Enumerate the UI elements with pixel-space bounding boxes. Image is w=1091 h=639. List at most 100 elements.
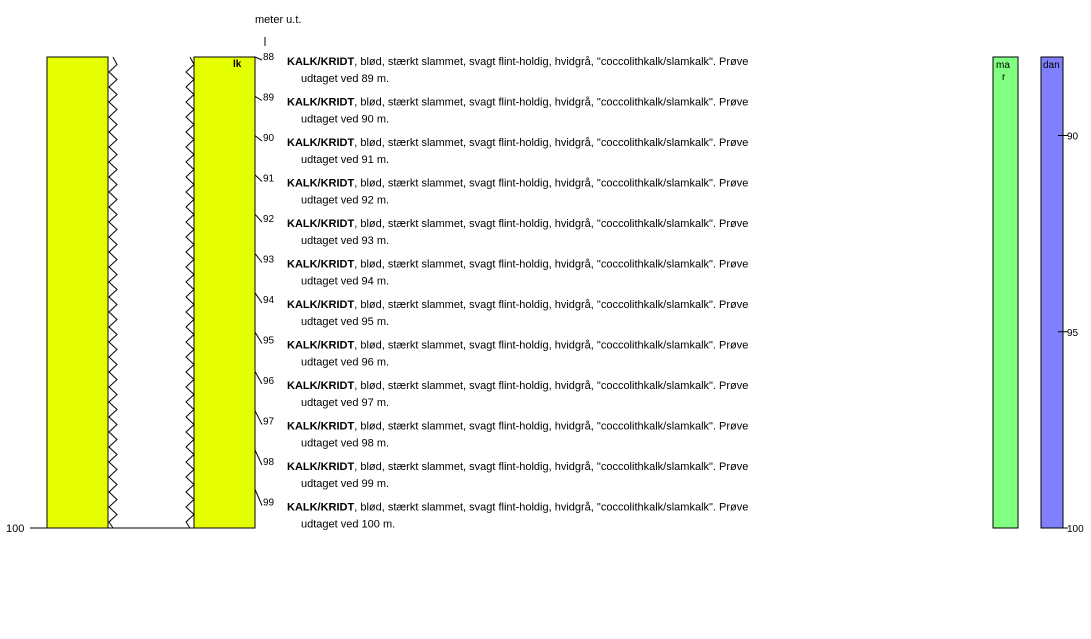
sample-description-text: , blød, stærkt slammet, svagt flint-hold… <box>354 259 748 271</box>
sample-description-line1: KALK/KRIDT, blød, stærkt slammet, svagt … <box>287 299 748 311</box>
sample-lithology-title: KALK/KRIDT <box>287 178 354 190</box>
sample-description-line2: udtaget ved 99 m. <box>301 478 389 490</box>
lithology-boundary-right <box>185 56 195 529</box>
sample-lithology-title: KALK/KRIDT <box>287 137 354 149</box>
sample-lithology-title: KALK/KRIDT <box>287 421 354 433</box>
sample-description-line2: udtaget ved 96 m. <box>301 357 389 369</box>
sample-lithology-title: KALK/KRIDT <box>287 502 354 514</box>
sample-description-line1: KALK/KRIDT, blød, stærkt slammet, svagt … <box>287 178 748 190</box>
sample-leader-line <box>254 174 263 182</box>
sample-lithology-title: KALK/KRIDT <box>287 56 354 68</box>
sample-description-text: , blød, stærkt slammet, svagt flint-hold… <box>354 178 748 190</box>
sample-entry: 96 KALK/KRIDT, blød, stærkt slammet, svag… <box>254 371 748 409</box>
sample-leader-line <box>254 95 263 101</box>
formation-scale-label: 95 <box>1067 328 1079 339</box>
depth-unit-label: meter u.t. <box>255 14 301 26</box>
sample-leader-line <box>254 410 263 425</box>
sample-description-line2: udtaget ved 98 m. <box>301 438 389 450</box>
sample-description-line2: udtaget ved 91 m. <box>301 154 389 166</box>
sample-leader-line <box>254 449 263 466</box>
lithology-column-right <box>193 56 256 529</box>
sample-depth: 99 <box>263 498 275 509</box>
sample-description-line2: udtaget ved 95 m. <box>301 316 389 328</box>
sample-description-text: , blød, stærkt slammet, svagt flint-hold… <box>354 502 748 514</box>
sample-description-text: , blød, stærkt slammet, svagt flint-hold… <box>354 218 748 230</box>
sample-description-line2: udtaget ved 93 m. <box>301 235 389 247</box>
sample-description-line1: KALK/KRIDT, blød, stærkt slammet, svagt … <box>287 380 748 392</box>
sample-entry: 92 KALK/KRIDT, blød, stærkt slammet, svag… <box>254 213 748 247</box>
sample-depth: 89 <box>263 93 275 104</box>
sample-lithology-title: KALK/KRIDT <box>287 97 354 109</box>
sample-lithology-title: KALK/KRIDT <box>287 340 354 352</box>
sample-depth: 91 <box>263 174 275 185</box>
sample-descriptions: 88 KALK/KRIDT, blød, stærkt slammet, svag… <box>254 52 748 531</box>
sample-lithology-title: KALK/KRIDT <box>287 218 354 230</box>
sample-description-line2: udtaget ved 90 m. <box>301 114 389 126</box>
formation-scale-label: 90 <box>1067 132 1079 143</box>
sample-description-line2: udtaget ved 97 m. <box>301 397 389 409</box>
age-column-label-line1: ma <box>996 60 1010 71</box>
sample-leader-line <box>254 371 263 385</box>
sample-description-text: , blød, stærkt slammet, svagt flint-hold… <box>354 340 748 352</box>
sample-depth: 98 <box>263 457 275 468</box>
sample-entry: 94 KALK/KRIDT, blød, stærkt slammet, svag… <box>254 292 748 328</box>
sample-description-text: , blød, stærkt slammet, svagt flint-hold… <box>354 380 748 392</box>
sample-leader-line <box>254 56 263 61</box>
sample-entry: 95 KALK/KRIDT, blød, stærkt slammet, svag… <box>254 331 748 369</box>
sample-entry: 88 KALK/KRIDT, blød, stærkt slammet, svag… <box>254 52 748 85</box>
sample-entry: 98 KALK/KRIDT, blød, stærkt slammet, svag… <box>254 449 748 490</box>
sample-description-line1: KALK/KRIDT, blød, stærkt slammet, svagt … <box>287 259 748 271</box>
sample-depth: 96 <box>263 376 275 387</box>
sample-description-text: , blød, stærkt slammet, svagt flint-hold… <box>354 97 748 109</box>
sample-description-line1: KALK/KRIDT, blød, stærkt slammet, svagt … <box>287 461 748 473</box>
sample-description-line1: KALK/KRIDT, blød, stærkt slammet, svagt … <box>287 218 748 230</box>
sample-description-line1: KALK/KRIDT, blød, stærkt slammet, svagt … <box>287 56 748 68</box>
sample-leader-line <box>254 253 263 263</box>
bottom-depth-label: 100 <box>6 523 24 535</box>
sample-lithology-title: KALK/KRIDT <box>287 259 354 271</box>
sample-leader-line <box>254 292 263 304</box>
lithology-column-left <box>46 56 109 529</box>
sample-entry: 91 KALK/KRIDT, blød, stærkt slammet, svag… <box>254 174 748 207</box>
age-column <box>992 56 1019 529</box>
sample-leader-line <box>254 489 263 506</box>
sample-leader-line <box>254 331 263 344</box>
sample-description-line1: KALK/KRIDT, blød, stærkt slammet, svagt … <box>287 502 748 514</box>
sample-leader-line <box>254 213 263 223</box>
sample-description-line2: udtaget ved 92 m. <box>301 195 389 207</box>
sample-description-text: , blød, stærkt slammet, svagt flint-hold… <box>354 299 748 311</box>
lithology-boundary-left <box>108 56 118 529</box>
sample-description-line2: udtaget ved 89 m. <box>301 73 389 85</box>
sample-depth: 94 <box>263 295 275 306</box>
sample-entry: 97 KALK/KRIDT, blød, stærkt slammet, svag… <box>254 410 748 450</box>
lithology-code: lk <box>233 59 242 70</box>
sample-description-text: , blød, stærkt slammet, svagt flint-hold… <box>354 56 748 68</box>
sample-leader-line <box>254 135 263 142</box>
sample-entry: 89 KALK/KRIDT, blød, stærkt slammet, svag… <box>254 93 748 126</box>
formation-scale-label: 100 <box>1067 524 1084 535</box>
sample-entry: 93 KALK/KRIDT, blød, stærkt slammet, svag… <box>254 253 748 288</box>
sample-description-line1: KALK/KRIDT, blød, stærkt slammet, svagt … <box>287 97 748 109</box>
sample-description-line1: KALK/KRIDT, blød, stærkt slammet, svagt … <box>287 421 748 433</box>
borehole-log: meter u.t. lk 100 88 KALK/KRIDT, blød, st… <box>6 14 1084 535</box>
sample-description-text: , blød, stærkt slammet, svagt flint-hold… <box>354 137 748 149</box>
sample-lithology-title: KALK/KRIDT <box>287 299 354 311</box>
sample-depth: 97 <box>263 417 275 428</box>
sample-entry: 90 KALK/KRIDT, blød, stærkt slammet, svag… <box>254 133 748 166</box>
sample-depth: 88 <box>263 52 275 63</box>
sample-description-text: , blød, stærkt slammet, svagt flint-hold… <box>354 461 748 473</box>
sample-depth: 92 <box>263 214 275 225</box>
sample-depth: 90 <box>263 133 275 144</box>
sample-description-text: , blød, stærkt slammet, svagt flint-hold… <box>354 421 748 433</box>
sample-lithology-title: KALK/KRIDT <box>287 461 354 473</box>
formation-column <box>1040 56 1064 529</box>
sample-lithology-title: KALK/KRIDT <box>287 380 354 392</box>
sample-entry: 99 KALK/KRIDT, blød, stærkt slammet, svag… <box>254 489 748 531</box>
formation-column-label: dan <box>1043 60 1060 71</box>
sample-depth: 95 <box>263 336 275 347</box>
sample-description-line2: udtaget ved 100 m. <box>301 519 395 531</box>
sample-depth: 93 <box>263 255 275 266</box>
sample-description-line1: KALK/KRIDT, blød, stærkt slammet, svagt … <box>287 137 748 149</box>
sample-description-line1: KALK/KRIDT, blød, stærkt slammet, svagt … <box>287 340 748 352</box>
sample-description-line2: udtaget ved 94 m. <box>301 276 389 288</box>
